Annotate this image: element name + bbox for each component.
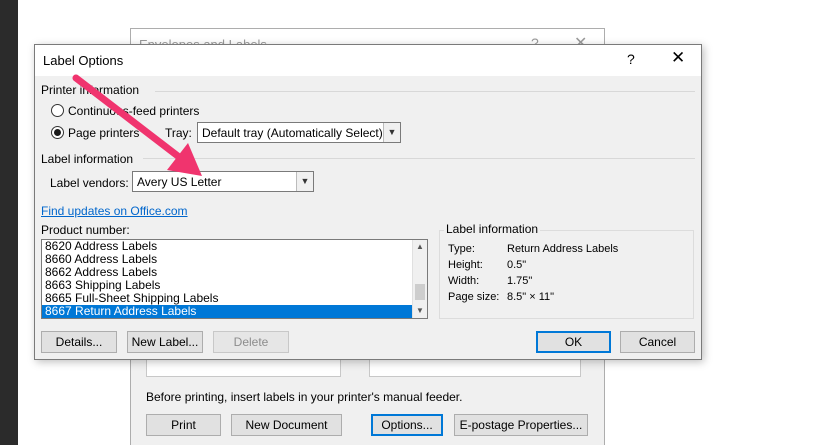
ok-button[interactable]: OK [536, 331, 611, 353]
chevron-down-icon[interactable]: ▼ [383, 123, 400, 142]
tray-select-value: Default tray (Automatically Select) [202, 126, 383, 140]
details-button[interactable]: Details... [41, 331, 117, 353]
type-value: Return Address Labels [507, 243, 619, 255]
dark-window-edge [0, 0, 18, 445]
list-item-selected[interactable]: 8667 Return Address Labels [42, 305, 427, 318]
label-vendors-label: Label vendors: [50, 176, 129, 190]
label-vendors-select[interactable]: Avery US Letter ▼ [132, 171, 314, 192]
page-printers-radio[interactable] [51, 126, 64, 139]
new-label-button[interactable]: New Label... [127, 331, 203, 353]
help-icon[interactable]: ? [627, 51, 635, 67]
options-button[interactable]: Options... [371, 414, 443, 436]
printer-information-heading: Printer information [41, 83, 140, 97]
page-size-value: 8.5" × 11" [507, 291, 555, 303]
label-information-heading: Label information [41, 152, 134, 166]
page-size-key: Page size: [448, 291, 500, 303]
e-postage-properties-button[interactable]: E-postage Properties... [454, 414, 588, 436]
chevron-down-icon[interactable]: ▼ [296, 172, 313, 191]
page-printers-label[interactable]: Page printers [68, 126, 139, 140]
height-key: Height: [448, 259, 483, 271]
scroll-down-icon[interactable]: ▼ [413, 304, 427, 318]
list-scrollbar[interactable]: ▲ ▼ [412, 240, 427, 318]
find-updates-link[interactable]: Find updates on Office.com [41, 204, 188, 218]
label-details-heading: Label information [444, 222, 541, 236]
feeder-instructions: Before printing, insert labels in your p… [146, 390, 463, 404]
product-number-list[interactable]: 8620 Address Labels 8660 Address Labels … [41, 239, 428, 319]
dialog-title: Label Options [43, 53, 124, 68]
scroll-thumb[interactable] [415, 284, 425, 300]
product-number-label: Product number: [41, 223, 130, 237]
height-value: 0.5" [507, 259, 527, 271]
continuous-feed-label[interactable]: Continuous-feed printers [68, 104, 199, 118]
tray-label: Tray: [165, 126, 192, 140]
cancel-button[interactable]: Cancel [620, 331, 695, 353]
label-options-titlebar: Label Options ? ✕ [35, 45, 701, 76]
tray-select[interactable]: Default tray (Automatically Select) ▼ [197, 122, 401, 143]
close-icon[interactable]: ✕ [671, 48, 685, 68]
delete-button[interactable]: Delete [213, 331, 289, 353]
width-key: Width: [448, 275, 480, 287]
new-document-button[interactable]: New Document [231, 414, 342, 436]
print-button[interactable]: Print [146, 414, 221, 436]
scroll-up-icon[interactable]: ▲ [413, 240, 427, 254]
type-key: Type: [448, 243, 475, 255]
continuous-feed-radio[interactable] [51, 104, 64, 117]
section-divider [155, 91, 695, 92]
section-divider [143, 158, 695, 159]
label-vendors-value: Avery US Letter [137, 175, 222, 189]
label-options-dialog: Label Options ? ✕ Printer information Co… [34, 44, 702, 360]
width-value: 1.75" [507, 275, 533, 287]
label-details-group: Type: Return Address Labels Height: 0.5"… [439, 230, 694, 319]
